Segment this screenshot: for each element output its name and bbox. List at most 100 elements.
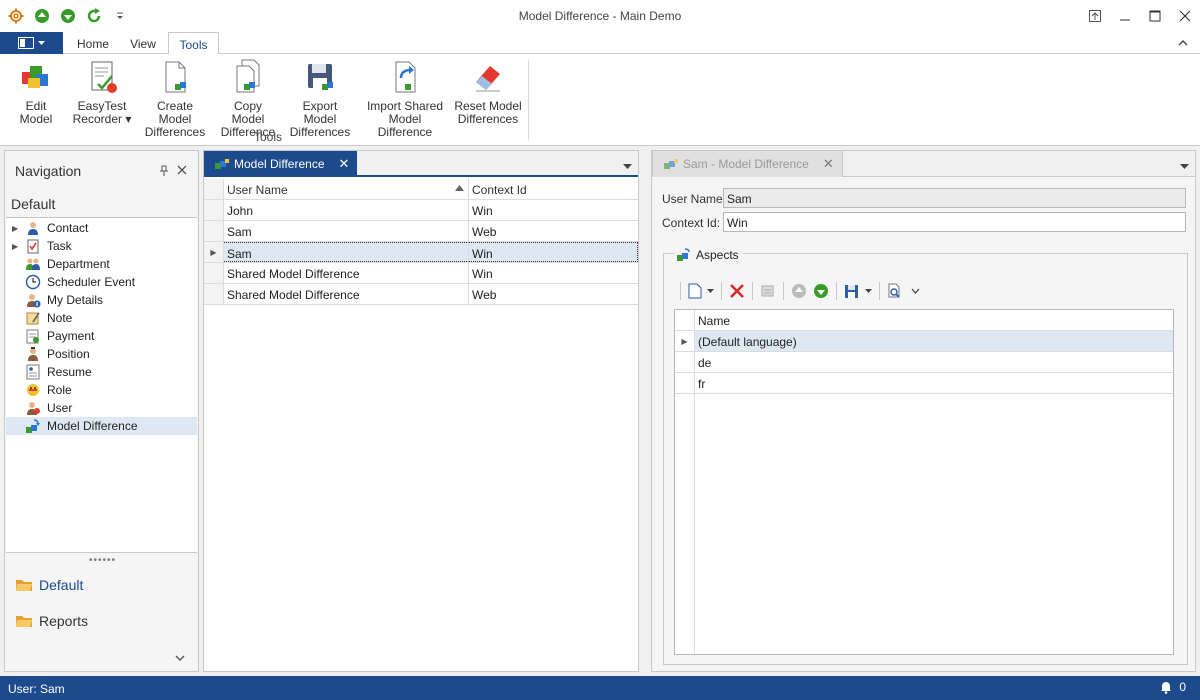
row-indicator <box>204 221 224 241</box>
application-menu-button[interactable] <box>0 32 63 54</box>
nav-item-user[interactable]: User <box>6 399 197 417</box>
edit-model-button[interactable]: Edit Model <box>8 58 64 126</box>
notification-count: 0 <box>1179 680 1186 694</box>
nav-item-model-difference[interactable]: Model Difference <box>6 417 197 435</box>
new-button[interactable] <box>685 280 717 302</box>
move-down-icon <box>814 284 828 298</box>
chevron-down-icon[interactable] <box>175 651 185 665</box>
copy-model-difference-button[interactable]: Copy Model Difference <box>216 58 280 139</box>
cell-user-name[interactable]: Shared Model Difference <box>224 284 469 304</box>
role-icon <box>27 384 39 396</box>
table-row-focused[interactable]: ▶ (Default language) <box>675 331 1173 352</box>
toolbar-separator <box>836 282 837 300</box>
table-row[interactable]: fr <box>675 373 1173 394</box>
column-header-context-id[interactable]: Context Id <box>469 179 638 199</box>
nav-group-default[interactable]: Default <box>15 575 83 595</box>
tab-tools[interactable]: Tools <box>168 32 219 55</box>
table-row[interactable]: Shared Model Difference Win <box>204 263 638 284</box>
cell-aspect-name[interactable]: (Default language) <box>695 331 1173 351</box>
table-row[interactable]: Sam Web <box>204 221 638 242</box>
table-row[interactable]: Shared Model Difference Web <box>204 284 638 305</box>
pin-icon[interactable] <box>159 165 169 180</box>
user-name-field[interactable]: Sam <box>723 188 1186 208</box>
minimize-icon[interactable] <box>1110 0 1140 32</box>
reset-model-differences-button[interactable]: Reset Model Differences <box>454 58 522 126</box>
table-row-focused[interactable]: ▶ Sam Win <box>204 242 638 263</box>
cell-context-id[interactable]: Win <box>469 200 638 220</box>
nav-item-scheduler-event[interactable]: Scheduler Event <box>6 273 197 291</box>
my-details-icon <box>27 294 41 308</box>
contact-icon <box>28 222 38 235</box>
aspects-grid: Name ▶ (Default language) de fr <box>674 309 1174 655</box>
tab-view[interactable]: View <box>120 32 166 54</box>
nav-item-label: Contact <box>47 221 89 235</box>
status-bar: User: Sam 0 <box>0 676 1200 700</box>
tab-model-difference[interactable]: Model Difference ✕ <box>204 151 358 177</box>
nav-group-reports[interactable]: Reports <box>15 611 88 631</box>
eraser-icon <box>476 66 500 92</box>
tab-sam-model-difference[interactable]: Sam - Model Difference ✕ <box>652 151 843 177</box>
cell-user-name[interactable]: Sam <box>224 242 469 262</box>
nav-group-default-label: Default <box>39 577 84 593</box>
cell-aspect-name[interactable]: fr <box>695 373 1173 393</box>
cell-context-id[interactable]: Win <box>469 242 638 262</box>
cell-user-name[interactable]: John <box>224 200 469 220</box>
delete-button[interactable] <box>726 280 748 302</box>
expand-icon[interactable]: ▶ <box>6 242 20 251</box>
tab-label: Sam - Model Difference <box>683 157 809 171</box>
nav-item-label: My Details <box>47 293 104 307</box>
maximize-icon[interactable] <box>1140 0 1170 32</box>
cell-context-id[interactable]: Win <box>469 263 638 283</box>
table-row[interactable]: de <box>675 352 1173 373</box>
close-navigation-icon[interactable] <box>177 164 187 178</box>
nav-item-label: Role <box>47 383 72 397</box>
nav-item-contact[interactable]: ▶ Contact <box>6 219 197 237</box>
cell-user-name[interactable]: Sam <box>224 221 469 241</box>
expand-icon[interactable]: ▶ <box>6 224 20 233</box>
pin-to-top-icon[interactable] <box>1080 0 1110 32</box>
cell-context-id[interactable]: Web <box>469 221 638 241</box>
new-document-icon <box>688 283 702 299</box>
collapse-ribbon-icon[interactable] <box>1178 36 1188 50</box>
nav-item-task[interactable]: ▶ Task <box>6 237 197 255</box>
cell-aspect-name[interactable]: de <box>695 352 1173 372</box>
detail-view-tab-bar: Sam - Model Difference ✕ <box>652 151 1195 177</box>
nav-item-my-details[interactable]: My Details <box>6 291 197 309</box>
cell-context-id[interactable]: Web <box>469 284 638 304</box>
cell-user-name[interactable]: Shared Model Difference <box>224 263 469 283</box>
search-document-icon <box>888 283 900 298</box>
export-button[interactable] <box>841 280 875 302</box>
splitter-grip[interactable]: •••••• <box>89 555 116 566</box>
row-indicator-header <box>204 179 224 199</box>
nav-item-resume[interactable]: Resume <box>6 363 197 381</box>
export-model-differences-button[interactable]: Export Model Differences <box>286 58 354 139</box>
move-down-button[interactable] <box>810 280 832 302</box>
nav-item-role[interactable]: Role <box>6 381 197 399</box>
row-indicator <box>204 200 224 220</box>
navigation-tree: ▶ Contact ▶ Task Department Scheduler Ev… <box>6 217 197 553</box>
nav-item-label: Resume <box>47 365 92 379</box>
close-window-icon[interactable] <box>1170 0 1200 32</box>
column-header-user-name[interactable]: User Name <box>224 179 469 199</box>
column-header-name[interactable]: Name <box>695 310 1173 330</box>
focused-row-indicator-icon: ▶ <box>204 242 224 262</box>
search-button[interactable] <box>884 280 923 302</box>
nav-item-note[interactable]: Note <box>6 309 197 327</box>
close-tab-icon[interactable]: ✕ <box>339 156 350 172</box>
nav-item-payment[interactable]: Payment <box>6 327 197 345</box>
tab-dropdown-icon[interactable] <box>1180 159 1189 173</box>
table-row[interactable]: John Win <box>204 200 638 221</box>
nav-item-department[interactable]: Department <box>6 255 197 273</box>
export-icon <box>845 285 858 298</box>
import-shared-model-difference-button[interactable]: Import Shared Model Difference <box>362 58 448 139</box>
easytest-recorder-button[interactable]: EasyTest Recorder ▾ <box>70 58 134 126</box>
tab-home[interactable]: Home <box>68 32 118 54</box>
tab-dropdown-icon[interactable] <box>623 159 632 173</box>
context-id-field[interactable]: Win <box>723 212 1186 232</box>
close-tab-icon[interactable]: ✕ <box>823 156 834 172</box>
notifications[interactable]: 0 <box>1159 680 1186 694</box>
nav-item-position[interactable]: Position <box>6 345 197 363</box>
create-model-differences-button[interactable]: Create Model Differences <box>140 58 210 139</box>
window-controls <box>1080 0 1200 32</box>
navigation-title: Navigation <box>15 163 82 179</box>
